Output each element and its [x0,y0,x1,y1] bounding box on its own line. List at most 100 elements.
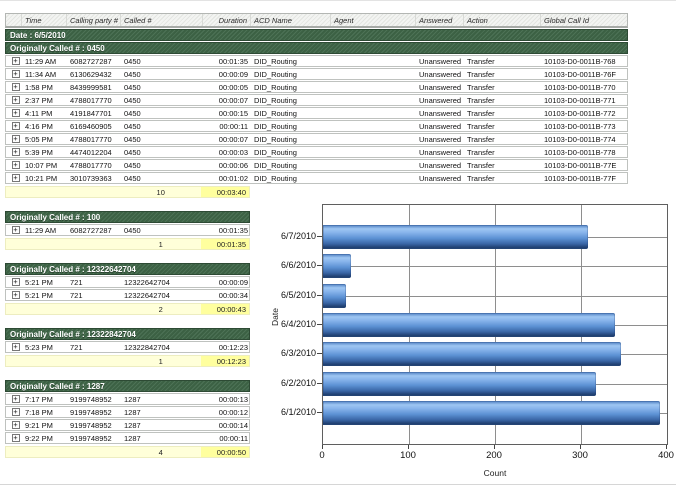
date-group-header: Date : 6/5/2010 [5,29,628,41]
column-header-duration[interactable]: Duration [203,14,251,26]
expand-row-icon[interactable]: + [12,408,20,416]
cell-acd-name: DID_Routing [251,82,331,92]
table-row[interactable]: + 10:07 PM 4788017770 0450 00:00:06 DID_… [5,159,628,171]
cell-time: 4:11 PM [22,108,67,118]
expand-row-icon[interactable]: + [12,109,20,117]
cell-called: 0450 [121,134,203,144]
group-rows: + 11:29 AM 6082727287 0450 00:01:35 DID_… [5,55,628,184]
group-summary-row: 4 00:00:50 [5,446,250,458]
column-header-expand [6,14,22,26]
cell-called: 0450 [121,225,203,235]
cell-called: 0450 [121,121,203,131]
cell-action: Transfer [464,134,541,144]
cell-duration: 00:01:02 [203,173,251,183]
cell-answered: Unanswered [416,56,464,66]
expand-row-icon[interactable]: + [12,148,20,156]
table-row[interactable]: + 11:34 AM 6130629432 0450 00:00:09 DID_… [5,68,628,80]
cell-calling-party: 8439999581 [67,82,121,92]
column-header-calling-party[interactable]: Calling party # [67,14,121,26]
x-tick-label: 200 [474,450,514,461]
cell-calling-party: 4788017770 [67,134,121,144]
expand-row-icon[interactable]: + [12,161,20,169]
y-tick-label: 6/7/2010 [268,231,316,241]
cell-agent [331,69,416,79]
cell-calling-party: 9199748952 [67,394,121,404]
cell-global-call-id: 10103-D0-0011B-774 [541,134,629,144]
table-row[interactable]: + 1:58 PM 8439999581 0450 00:00:05 DID_R… [5,81,628,93]
expand-row-icon[interactable]: + [12,291,20,299]
expand-row-icon[interactable]: + [12,278,20,286]
table-row[interactable]: + 5:39 PM 4474012204 0450 00:00:03 DID_R… [5,146,628,158]
table-row[interactable]: + 9:22 PM 9199748952 1287 00:00:11 [5,432,250,444]
cell-duration: 00:00:11 [203,121,251,131]
cell-calling-party: 4788017770 [67,95,121,105]
cell-duration: 00:00:06 [203,160,251,170]
cell-acd-name: DID_Routing [251,160,331,170]
table-row[interactable]: + 10:21 PM 3010739363 0450 00:01:02 DID_… [5,172,628,184]
y-tick-label: 6/3/2010 [268,348,316,358]
chart-plot-area [322,204,668,445]
cell-called: 12322642704 [121,290,203,300]
column-header-answered[interactable]: Answered [416,14,464,26]
cell-acd-name: DID_Routing [251,56,331,66]
table-row[interactable]: + 5:21 PM 721 12322642704 00:00:09 [5,276,250,288]
x-axis-tick [322,445,323,449]
group-header: Originally Called # : 0450 [5,42,628,54]
cell-global-call-id: 10103-D0-0011B-76F [541,69,629,79]
expand-row-icon[interactable]: + [12,434,20,442]
summary-call-count: 1 [120,356,201,366]
cell-called: 0450 [121,95,203,105]
expand-row-icon[interactable]: + [12,70,20,78]
expand-row-icon[interactable]: + [12,395,20,403]
cell-time: 2:37 PM [22,95,67,105]
cell-action: Transfer [464,69,541,79]
table-row[interactable]: + 4:16 PM 6169460905 0450 00:00:11 DID_R… [5,120,628,132]
table-row[interactable]: + 11:29 AM 6082727287 0450 00:01:35 DID_… [5,55,628,67]
column-header-agent[interactable]: Agent [331,14,416,26]
group-summary-row: 1 00:01:35 [5,238,250,250]
cell-called: 0450 [121,147,203,157]
cell-time: 7:18 PM [22,407,67,417]
cell-duration: 00:00:07 [203,134,251,144]
expand-row-icon[interactable]: + [12,122,20,130]
column-header-time[interactable]: Time [22,14,67,26]
column-header-called[interactable]: Called # [121,14,203,26]
cell-calling-party: 6130629432 [67,69,121,79]
cell-agent [331,108,416,118]
chart-bar [323,284,346,308]
table-row[interactable]: + 9:21 PM 9199748952 1287 00:00:14 [5,419,250,431]
call-detail-report-screen: Time Calling party # Called # Duration A… [0,0,676,485]
table-row[interactable]: + 7:18 PM 9199748952 1287 00:00:12 [5,406,250,418]
y-axis-tick [317,412,322,413]
expand-row-icon[interactable]: + [12,135,20,143]
column-header-acd-name[interactable]: ACD Name [251,14,331,26]
expand-row-icon[interactable]: + [12,421,20,429]
table-row[interactable]: + 5:05 PM 4788017770 0450 00:00:07 DID_R… [5,133,628,145]
expand-row-icon[interactable]: + [12,226,20,234]
cell-duration: 00:00:07 [203,95,251,105]
column-header-global-call-id[interactable]: Global Call Id [541,14,629,26]
expand-row-icon[interactable]: + [12,57,20,65]
table-row[interactable]: + 4:11 PM 4191847701 0450 00:00:15 DID_R… [5,107,628,119]
cell-duration: 00:00:34 [203,290,251,300]
cell-global-call-id: 10103-D0-0011B-768 [541,56,629,66]
cell-called: 0450 [121,82,203,92]
cell-calling-party: 9199748952 [67,420,121,430]
table-row[interactable]: + 5:21 PM 721 12322642704 00:00:34 [5,289,250,301]
expand-row-icon[interactable]: + [12,83,20,91]
expand-row-icon[interactable]: + [12,343,20,351]
chart-x-axis-title: Count [322,468,668,478]
cell-called: 0450 [121,173,203,183]
cell-duration: 00:00:12 [203,407,251,417]
cell-duration: 00:00:03 [203,147,251,157]
cell-time: 5:39 PM [22,147,67,157]
table-row[interactable]: + 11:29 AM 6082727287 0450 00:01:35 [5,224,250,236]
table-row[interactable]: + 7:17 PM 9199748952 1287 00:00:13 [5,393,250,405]
column-header-action[interactable]: Action [464,14,541,26]
x-axis-tick [494,445,495,449]
table-row[interactable]: + 2:37 PM 4788017770 0450 00:00:07 DID_R… [5,94,628,106]
expand-row-icon[interactable]: + [12,174,20,182]
y-tick-label: 6/5/2010 [268,290,316,300]
table-row[interactable]: + 5:23 PM 721 12322842704 00:12:23 [5,341,250,353]
expand-row-icon[interactable]: + [12,96,20,104]
